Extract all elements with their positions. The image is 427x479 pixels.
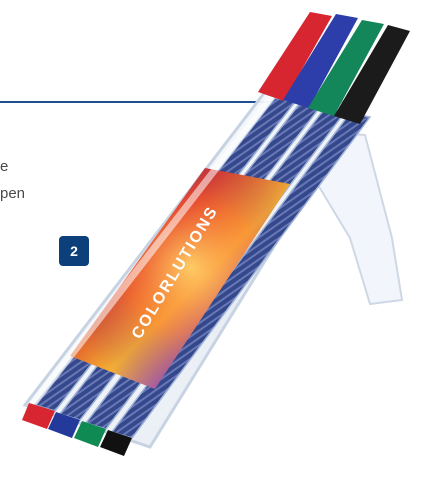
product-image: COLORLUTIONS <box>0 0 427 479</box>
page: e pen 2 COLORLUTIONS <box>0 0 427 479</box>
pen-case-illustration: COLORLUTIONS <box>22 12 410 456</box>
